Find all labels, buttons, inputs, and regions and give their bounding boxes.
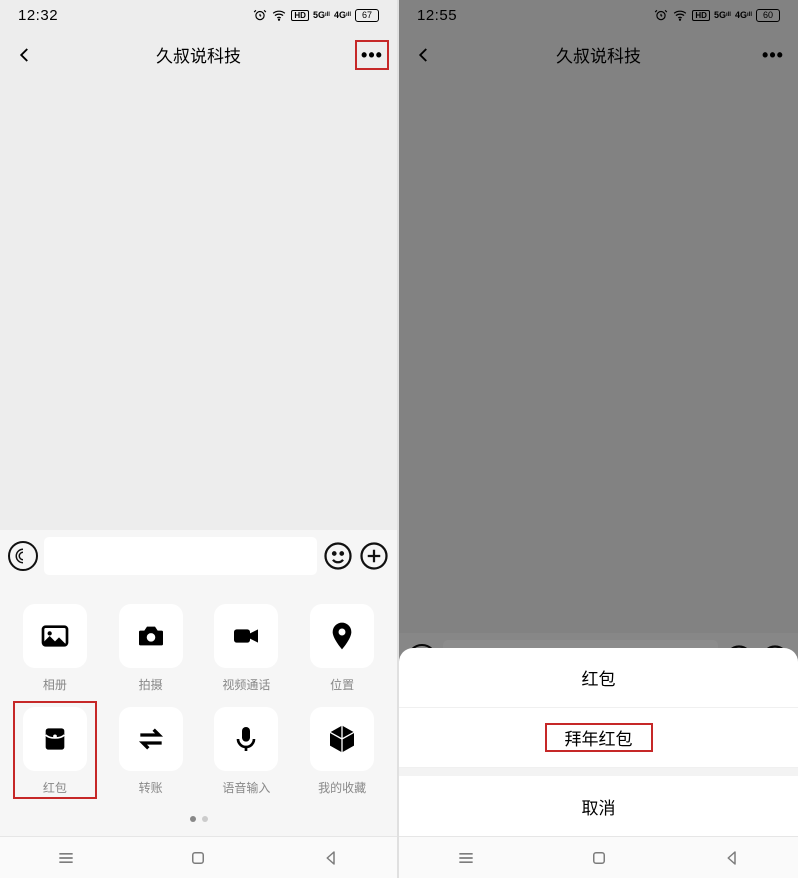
status-icons: HD 5Gıll 4Gıll 67	[253, 8, 379, 22]
status-time: 12:55	[417, 7, 457, 24]
attach-location[interactable]: 位置	[301, 604, 383, 693]
chat-header: 久叔说科技 •••	[399, 30, 798, 78]
sheet-option-red-packet[interactable]: 红包	[399, 648, 798, 708]
battery-icon: 67	[355, 9, 379, 22]
video-icon	[230, 620, 262, 652]
system-nav-bar	[0, 836, 397, 878]
nav-recent[interactable]	[51, 843, 81, 873]
attach-voice-input[interactable]: 语音输入	[206, 707, 288, 796]
battery-icon: 60	[756, 9, 780, 22]
sheet-cancel[interactable]: 取消	[399, 776, 798, 836]
chat-title: 久叔说科技	[156, 42, 241, 67]
sheet-separator	[399, 768, 798, 776]
status-bar: 12:55 HD 5Gıll 4Gıll 60	[399, 0, 798, 30]
red-packet-icon	[39, 723, 71, 755]
hd-icon: HD	[692, 10, 710, 21]
chat-message-area	[0, 78, 397, 530]
status-icons: HD 5Gıll 4Gıll 60	[654, 8, 780, 22]
wifi-icon	[271, 8, 287, 22]
nav-back[interactable]	[316, 843, 346, 873]
microphone-icon	[230, 723, 262, 755]
image-icon	[39, 620, 71, 652]
attach-favorites[interactable]: 我的收藏	[301, 707, 383, 796]
more-button[interactable]: •••	[355, 40, 389, 70]
message-input[interactable]	[44, 537, 317, 575]
back-button[interactable]	[10, 40, 40, 70]
chat-header: 久叔说科技 •••	[0, 30, 397, 78]
back-button[interactable]	[409, 40, 439, 70]
alarm-icon	[253, 8, 267, 22]
attach-toggle-button[interactable]	[359, 541, 389, 571]
attach-red-packet[interactable]: 红包	[14, 707, 96, 796]
camera-icon	[135, 620, 167, 652]
cube-icon	[326, 723, 358, 755]
transfer-icon	[135, 723, 167, 755]
nav-recent[interactable]	[451, 843, 481, 873]
attach-transfer[interactable]: 转账	[110, 707, 192, 796]
attach-video-call[interactable]: 视频通话	[206, 604, 288, 693]
action-sheet: 红包 拜年红包 取消	[399, 648, 798, 836]
nav-home[interactable]	[584, 843, 614, 873]
system-nav-bar	[399, 836, 798, 878]
attach-album[interactable]: 相册	[14, 604, 96, 693]
input-bar	[0, 530, 397, 582]
status-bar: 12:32 HD 5Gıll 4Gıll 67	[0, 0, 397, 30]
page-indicator	[14, 796, 383, 832]
chat-message-area	[399, 78, 798, 633]
nav-home[interactable]	[183, 843, 213, 873]
page-dot	[202, 816, 208, 822]
page-dot	[190, 816, 196, 822]
emoji-button[interactable]	[323, 541, 353, 571]
signal-4g-icon: 4Gıll	[334, 10, 351, 20]
signal-4g-icon: 4Gıll	[735, 10, 752, 20]
voice-input-toggle[interactable]	[8, 541, 38, 571]
alarm-icon	[654, 8, 668, 22]
status-time: 12:32	[18, 7, 58, 24]
signal-5g-icon: 5Gıll	[313, 10, 330, 20]
pin-icon	[326, 620, 358, 652]
chat-title: 久叔说科技	[556, 42, 641, 67]
attach-camera[interactable]: 拍摄	[110, 604, 192, 693]
hd-icon: HD	[291, 10, 309, 21]
more-button[interactable]: •••	[756, 40, 790, 70]
sheet-option-newyear-packet[interactable]: 拜年红包	[399, 708, 798, 768]
signal-5g-icon: 5Gıll	[714, 10, 731, 20]
attachment-panel: 相册 拍摄 视频通话 位置 红包	[0, 582, 397, 836]
nav-back[interactable]	[717, 843, 747, 873]
wifi-icon	[672, 8, 688, 22]
